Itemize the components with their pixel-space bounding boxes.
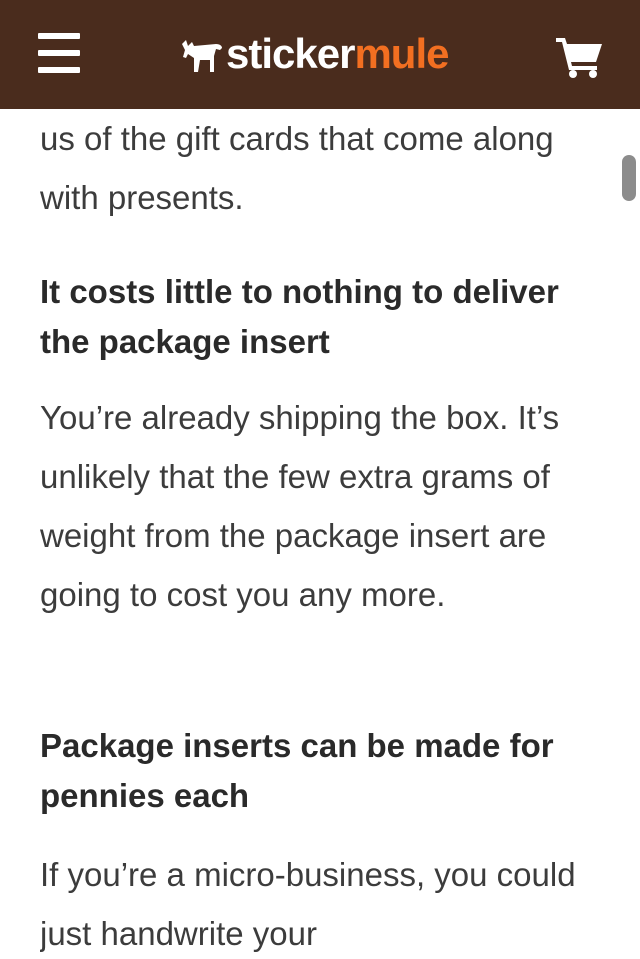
section-paragraph-cost: You’re already shipping the box. It’s un… xyxy=(40,399,560,613)
section-paragraph-pennies: If you’re a micro-business, you could ju… xyxy=(40,856,576,952)
article-content: us of the gift cards that come along wit… xyxy=(40,109,610,959)
section-heading-pennies: Package inserts can be made for pennies … xyxy=(40,727,554,814)
mule-icon xyxy=(182,40,222,72)
cart-button[interactable] xyxy=(556,36,606,78)
menu-button[interactable] xyxy=(36,31,82,75)
site-header: stickermule xyxy=(0,0,640,109)
stickermule-logo[interactable]: stickermule xyxy=(180,30,449,78)
shopping-cart-icon xyxy=(556,38,602,78)
section-heading-cost: It costs little to nothing to deliver th… xyxy=(40,273,559,360)
scrollbar-thumb[interactable] xyxy=(622,155,636,201)
logo-wordmark: stickermule xyxy=(226,30,449,77)
intro-paragraph-tail: us of the gift cards that come along wit… xyxy=(40,120,554,216)
